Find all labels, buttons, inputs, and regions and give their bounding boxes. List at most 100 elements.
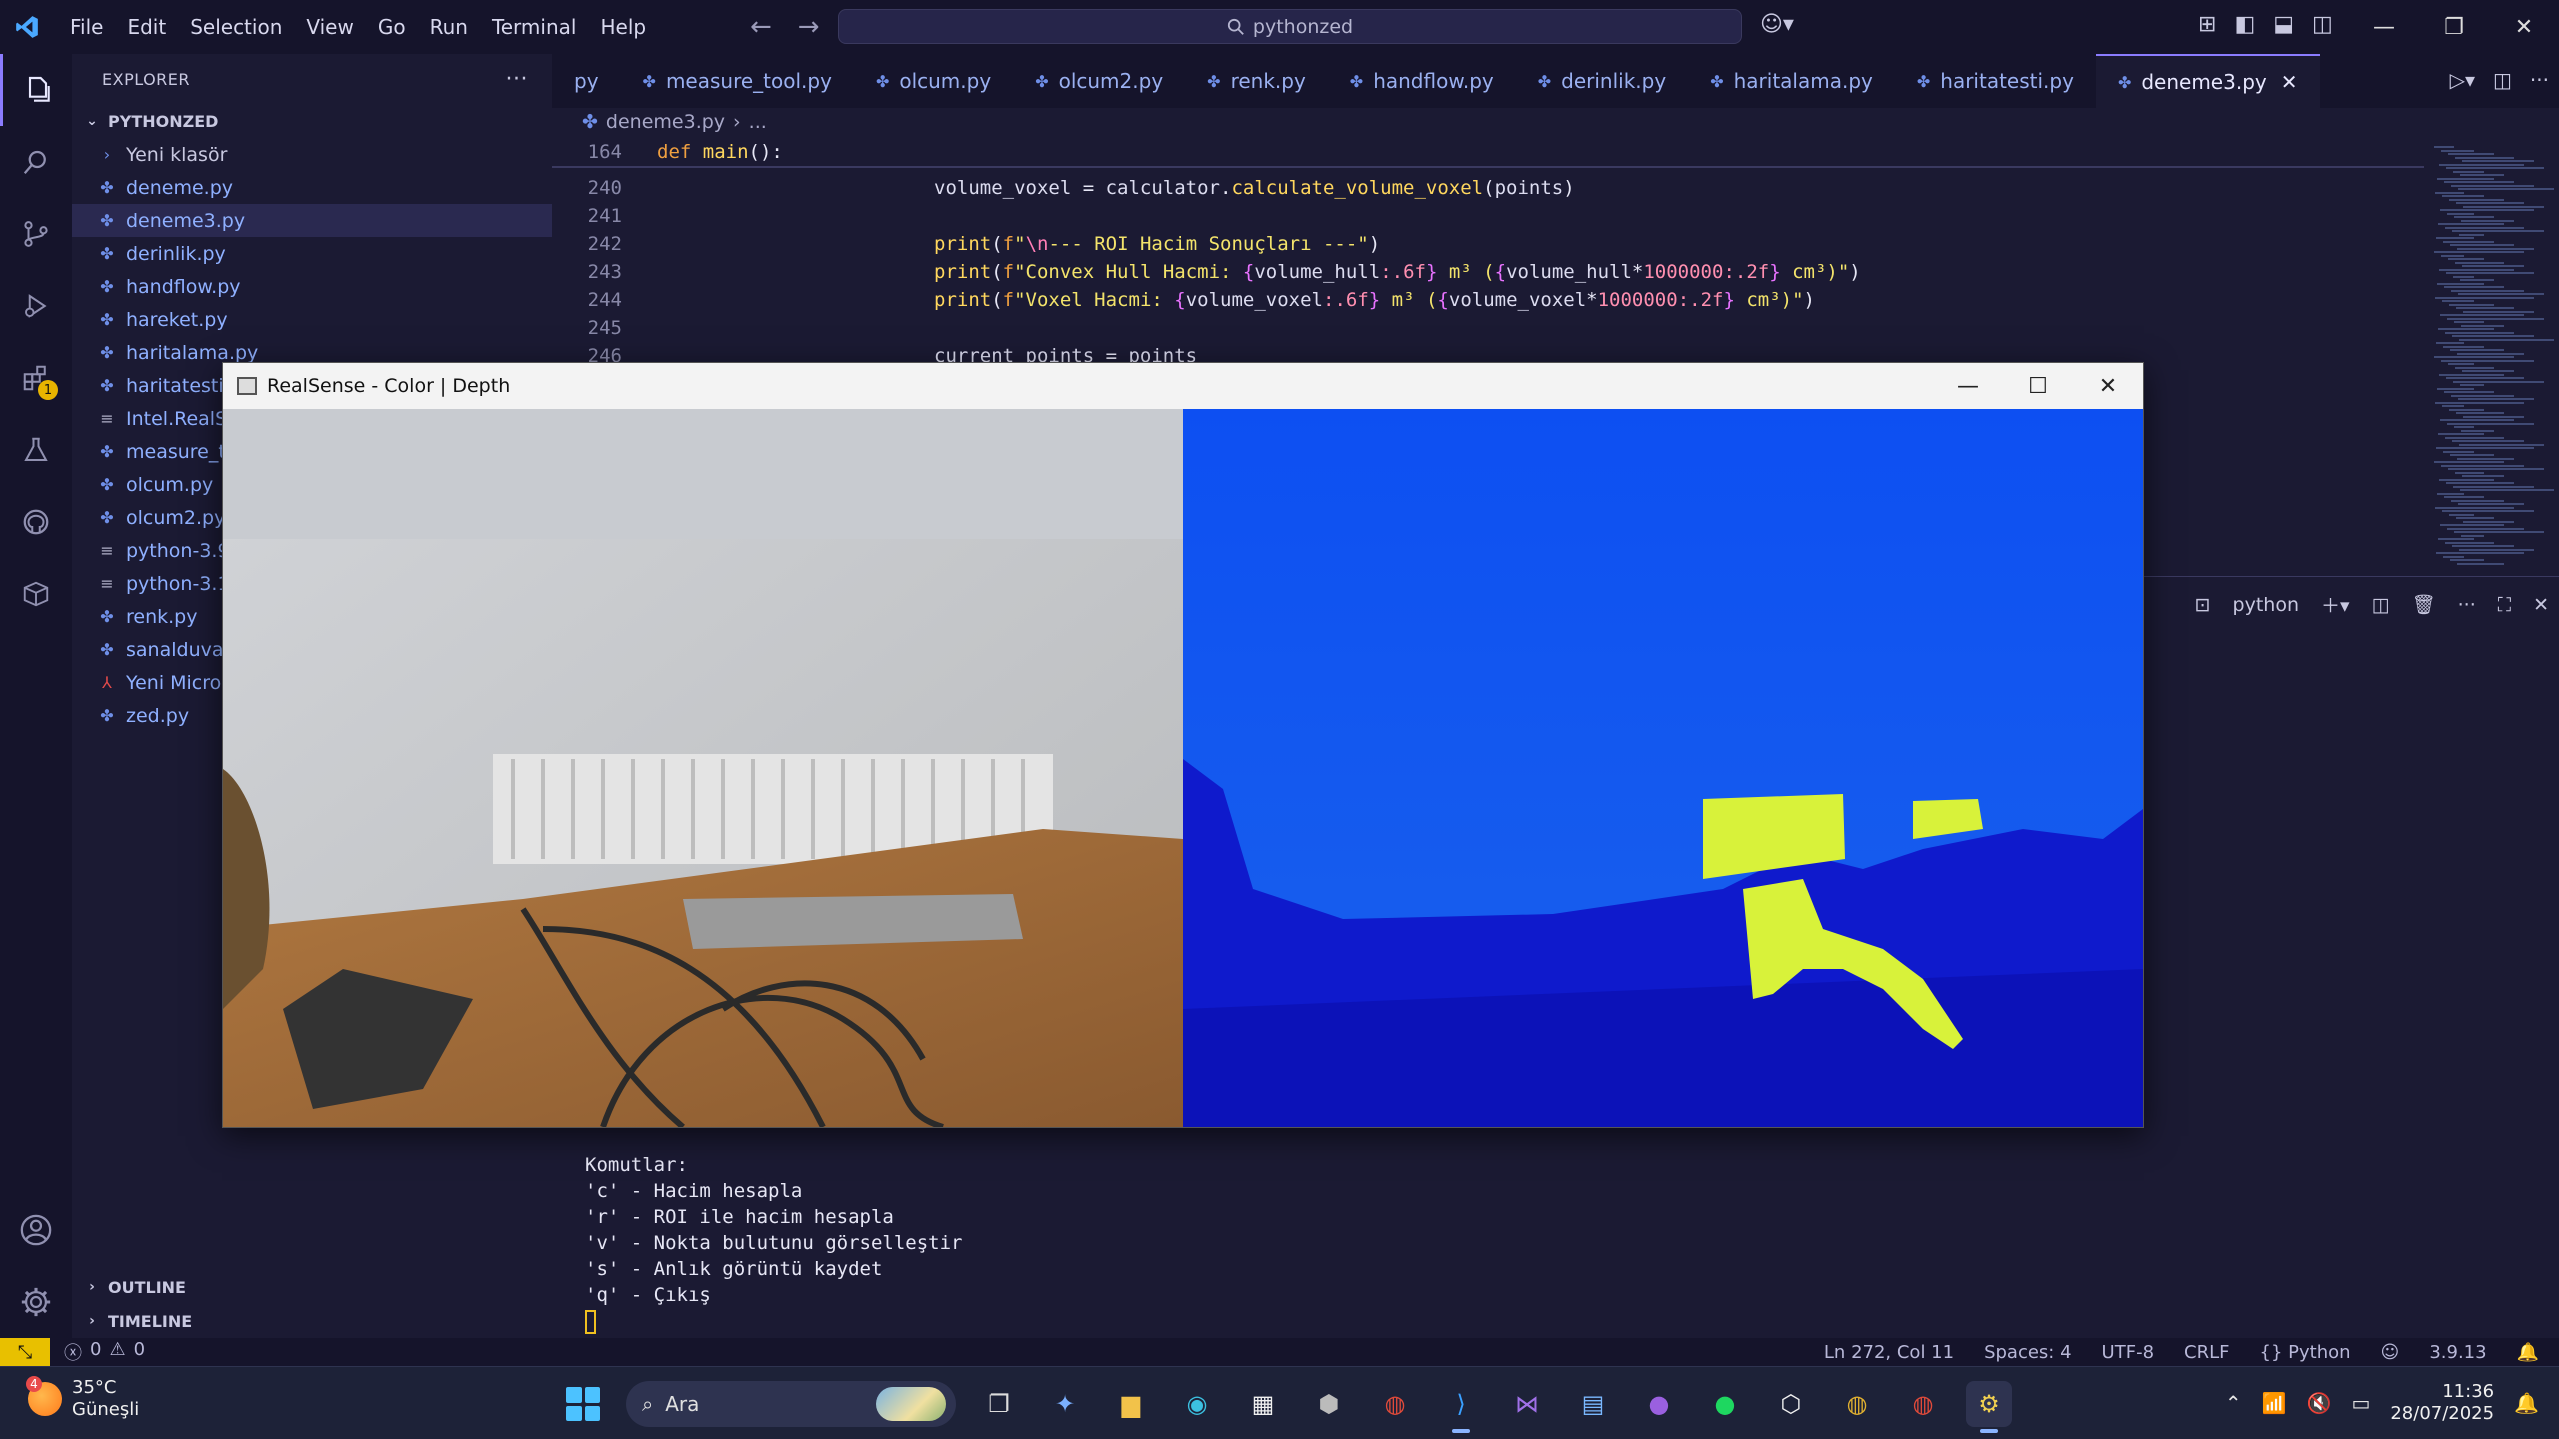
realsense-window[interactable]: RealSense - Color | Depth — ☐ ✕ — [222, 362, 2144, 1128]
breadcrumb-file[interactable]: deneme3.py — [606, 111, 725, 133]
editor-tab[interactable]: ✤ renk.py — [1185, 54, 1328, 108]
battery-icon[interactable]: ▭ — [2351, 1391, 2370, 1415]
taskbar-search[interactable]: ⌕ Ara — [626, 1381, 956, 1427]
editor-tab[interactable]: ✤ haritalama.py — [1688, 54, 1895, 108]
visual-studio-icon[interactable]: ⋈ — [1504, 1381, 1550, 1427]
command-center-search[interactable]: pythonzed — [838, 9, 1742, 44]
timeline-section[interactable]: › TIMELINE — [72, 1304, 552, 1338]
sticky-scroll[interactable]: 164 def main(): — [552, 136, 2424, 168]
close-tab-icon[interactable]: ✕ — [2281, 70, 2298, 94]
back-arrow-icon[interactable]: ← — [750, 12, 772, 42]
editor-tab[interactable]: ✤ measure_tool.py — [621, 54, 854, 108]
search-icon[interactable] — [0, 126, 72, 198]
github-icon[interactable] — [0, 486, 72, 558]
editor-tab[interactable]: ✤ olcum.py — [854, 54, 1013, 108]
toggle-sidebar-icon[interactable]: ◧ — [2234, 12, 2255, 37]
weather-widget[interactable]: 4 35°C Güneşli — [26, 1376, 139, 1421]
indentation[interactable]: Spaces: 4 — [1984, 1342, 2071, 1363]
chrome-icon[interactable]: ◍ — [1372, 1381, 1418, 1427]
editor-tab[interactable]: ✤ olcum2.py — [1013, 54, 1185, 108]
editor-tab[interactable]: ✤ haritatesti.py — [1895, 54, 2096, 108]
editor-tab[interactable]: ✤ deneme3.py ✕ — [2095, 54, 2320, 108]
line-ending[interactable]: CRLF — [2184, 1342, 2229, 1363]
source-control-icon[interactable] — [0, 198, 72, 270]
split-terminal-icon[interactable]: ◫ — [2372, 594, 2390, 616]
volume-muted-icon[interactable]: 🔇 — [2307, 1391, 2332, 1415]
menu-terminal[interactable]: Terminal — [480, 0, 589, 54]
remote-indicator-icon[interactable]: ⤡ — [0, 1338, 50, 1366]
extensions-icon[interactable]: 1 — [0, 342, 72, 414]
task-view-icon[interactable]: ❐ — [976, 1381, 1022, 1427]
terminal-output[interactable]: Komutlar: 'c' - Hacim hesapla 'r' - ROI il… — [585, 1152, 963, 1334]
breadcrumb-rest[interactable]: ... — [749, 111, 767, 133]
terminal-name[interactable]: python — [2233, 594, 2299, 616]
customize-layout-icon[interactable]: ⊞ — [2198, 12, 2216, 37]
toggle-secondary-sidebar-icon[interactable]: ◫ — [2312, 12, 2333, 37]
close-icon[interactable]: ✕ — [2073, 363, 2143, 409]
run-debug-icon[interactable] — [0, 270, 72, 342]
microsoft-store-icon[interactable]: ▦ — [1240, 1381, 1286, 1427]
python-app-icon[interactable]: ⚙ — [1966, 1381, 2012, 1433]
run-python-file-icon[interactable]: ▷▾ — [2450, 68, 2475, 92]
settings-gear-icon[interactable] — [0, 1266, 72, 1338]
editor-tab[interactable]: ✤ derinlik.py — [1516, 54, 1688, 108]
close-icon[interactable]: ✕ — [2489, 0, 2559, 54]
menu-view[interactable]: View — [294, 0, 365, 54]
file-tree-item[interactable]: ✤ hareket.py — [72, 303, 552, 336]
copilot-app-icon[interactable]: ✦ — [1042, 1381, 1088, 1427]
vscode-taskbar-icon[interactable]: ⟩ — [1438, 1381, 1484, 1433]
copilot-status-icon[interactable]: ☺ — [2381, 1342, 2400, 1363]
edge-browser-icon[interactable]: ◉ — [1174, 1381, 1220, 1427]
explorer-icon[interactable] — [0, 54, 72, 126]
more-actions-icon[interactable]: ··· — [506, 67, 528, 92]
python-version[interactable]: 3.9.13 — [2429, 1342, 2486, 1363]
file-tree-item[interactable]: ✤ derinlik.py — [72, 237, 552, 270]
menu-go[interactable]: Go — [366, 0, 418, 54]
kill-terminal-trash-icon[interactable]: 🗑 — [2412, 593, 2436, 616]
spotify-icon[interactable]: ● — [1702, 1381, 1748, 1427]
copilot-icon[interactable]: ☺▾ — [1760, 12, 1794, 37]
notification-center-icon[interactable]: 🔔 — [2514, 1391, 2539, 1415]
toggle-panel-icon[interactable]: ⬓ — [2273, 12, 2294, 37]
menu-help[interactable]: Help — [588, 0, 658, 54]
wifi-icon[interactable]: 📶 — [2262, 1391, 2287, 1415]
chrome-icon[interactable]: ◍ — [1834, 1381, 1880, 1427]
restore-icon[interactable]: ❐ — [2419, 0, 2489, 54]
minimize-icon[interactable]: — — [1933, 363, 2003, 409]
editor-tab[interactable]: ✤ handflow.py — [1328, 54, 1516, 108]
more-actions-icon[interactable]: ··· — [2458, 594, 2476, 616]
notepad-icon[interactable]: ▤ — [1570, 1381, 1616, 1427]
file-tree-item[interactable]: ✤ handflow.py — [72, 270, 552, 303]
maximize-panel-icon[interactable]: ⛶ — [2498, 594, 2511, 616]
accounts-icon[interactable] — [0, 1194, 72, 1266]
menu-edit[interactable]: Edit — [115, 0, 178, 54]
language-mode[interactable]: {} Python — [2260, 1342, 2351, 1363]
cube-app-icon[interactable]: ⬢ — [1306, 1381, 1352, 1427]
menu-selection[interactable]: Selection — [178, 0, 294, 54]
windows-start-icon[interactable] — [560, 1381, 606, 1427]
notifications-bell-icon[interactable]: 🔔 — [2517, 1342, 2539, 1363]
realsense-title-bar[interactable]: RealSense - Color | Depth — ☐ ✕ — [223, 363, 2143, 409]
editor-tab[interactable]: py — [552, 54, 621, 108]
testing-flask-icon[interactable] — [0, 414, 72, 486]
menu-run[interactable]: Run — [418, 0, 480, 54]
more-actions-icon[interactable]: ··· — [2530, 68, 2549, 92]
file-explorer-icon[interactable]: ▆ — [1108, 1381, 1154, 1427]
clock[interactable]: 11:36 28/07/2025 — [2390, 1381, 2494, 1425]
remote-explorer-icon[interactable] — [0, 558, 72, 630]
minimap[interactable] — [2424, 136, 2559, 576]
close-panel-icon[interactable]: ✕ — [2533, 594, 2549, 616]
chevron-up-icon[interactable]: ⌃ — [2225, 1391, 2242, 1415]
file-tree-item[interactable]: ✤ deneme3.py — [72, 204, 552, 237]
menu-file[interactable]: File — [58, 0, 115, 54]
minimize-icon[interactable]: — — [2349, 0, 2419, 54]
unity-icon[interactable]: ⬡ — [1768, 1381, 1814, 1427]
forward-arrow-icon[interactable]: → — [798, 12, 820, 42]
github-desktop-icon[interactable]: ● — [1636, 1381, 1682, 1427]
cursor-position[interactable]: Ln 272, Col 11 — [1824, 1342, 1954, 1363]
encoding[interactable]: UTF-8 — [2102, 1342, 2154, 1363]
file-tree-item[interactable]: ✤ deneme.py — [72, 171, 552, 204]
problems-indicator[interactable]: ⓧ 0 ⚠ 0 — [64, 1339, 145, 1365]
workspace-root[interactable]: ⌄ PYTHONZED — [72, 104, 552, 138]
maximize-icon[interactable]: ☐ — [2003, 363, 2073, 409]
